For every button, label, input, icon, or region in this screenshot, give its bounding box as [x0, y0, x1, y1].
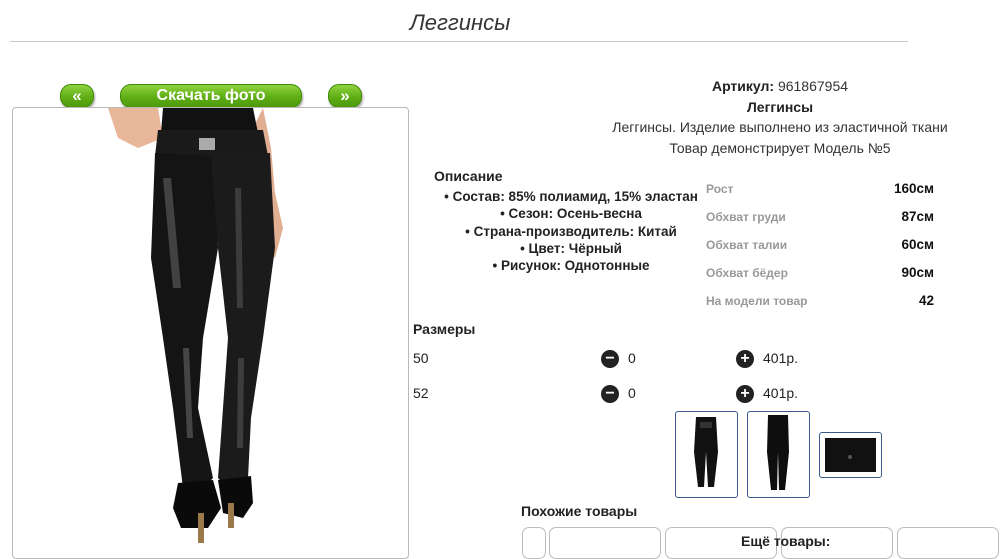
model-note: Товар демонстрирует Модель №5 [669, 139, 891, 156]
size-quantity: 0 [628, 385, 636, 401]
similar-products-tab[interactable] [522, 527, 546, 559]
measurement-label: Обхват талии [706, 238, 788, 252]
measurement-value: 42 [918, 293, 934, 308]
product-short-description: Леггинсы. Изделие выполнено из эластично… [612, 119, 948, 135]
thumb-front-view[interactable] [675, 411, 738, 498]
measurement-label: Обхват груди [706, 210, 786, 224]
size-label: 50 [413, 350, 429, 366]
article-line: Артикул: 961867954 [560, 76, 1000, 97]
measurement-hips: Обхват бёдер 90см [706, 265, 934, 280]
measurement-height: Рост 160см [706, 181, 934, 196]
size-label: 52 [413, 385, 429, 401]
main-product-photo[interactable] [12, 107, 409, 559]
minus-circle-icon[interactable]: − [601, 350, 619, 368]
measurement-waist: Обхват талии 60см [706, 237, 934, 252]
size-quantity: 0 [628, 350, 636, 366]
size-price: 401р. [763, 350, 799, 366]
similar-products-tab[interactable] [549, 527, 661, 559]
article-label: Артикул: [711, 78, 775, 94]
measurement-value: 60см [901, 237, 934, 252]
download-photo-button[interactable]: Скачать фото [120, 84, 302, 108]
measurement-value: 87см [901, 209, 934, 224]
description-list: • Состав: 85% полиамид, 15% эластан • Се… [432, 188, 710, 274]
product-info: Артикул: 961867954 Леггинсы Леггинсы. Из… [560, 76, 1000, 158]
size-row-50: 50 − 0 + 401р. [413, 350, 833, 370]
prev-photo-button[interactable]: « [60, 84, 94, 108]
product-name: Леггинсы [746, 98, 814, 115]
description-item: • Рисунок: Однотонные [492, 258, 650, 274]
description-item: • Состав: 85% полиамид, 15% эластан [444, 189, 698, 204]
measurement-value: 90см [901, 265, 934, 280]
plus-circle-icon[interactable]: + [736, 350, 754, 368]
minus-circle-icon[interactable]: − [601, 385, 619, 403]
more-products-title: Ещё товары: [741, 533, 831, 549]
description-item: • Цвет: Чёрный [520, 240, 622, 256]
similar-products-tab[interactable] [897, 527, 999, 559]
model-in-black-leggings-image [108, 108, 283, 543]
size-row-52: 52 − 0 + 401р. [413, 385, 833, 405]
measurement-label: Рост [706, 182, 734, 196]
description-item: • Сезон: Осень-весна [500, 206, 642, 222]
page-title: Леггинсы [409, 10, 511, 35]
sizes-title: Размеры [413, 321, 476, 337]
measurement-chest: Обхват груди 87см [706, 209, 934, 224]
description-title: Описание [434, 168, 503, 184]
description-item: • Страна-производитель: Китай [465, 223, 677, 239]
thumb-fabric-detail[interactable] [819, 432, 882, 478]
measurement-value: 160см [893, 181, 934, 196]
measurement-label: На модели товар [706, 294, 808, 308]
size-price: 401р. [763, 385, 799, 401]
measurement-label: Обхват бёдер [706, 266, 788, 280]
article-value: 961867954 [777, 78, 849, 94]
plus-circle-icon[interactable]: + [736, 385, 754, 403]
title-divider [10, 41, 908, 42]
measurement-model-size: На модели товар 42 [706, 293, 934, 308]
similar-products-title: Похожие товары [521, 503, 638, 519]
next-photo-button[interactable]: » [328, 84, 362, 108]
thumb-back-view[interactable] [747, 411, 810, 498]
